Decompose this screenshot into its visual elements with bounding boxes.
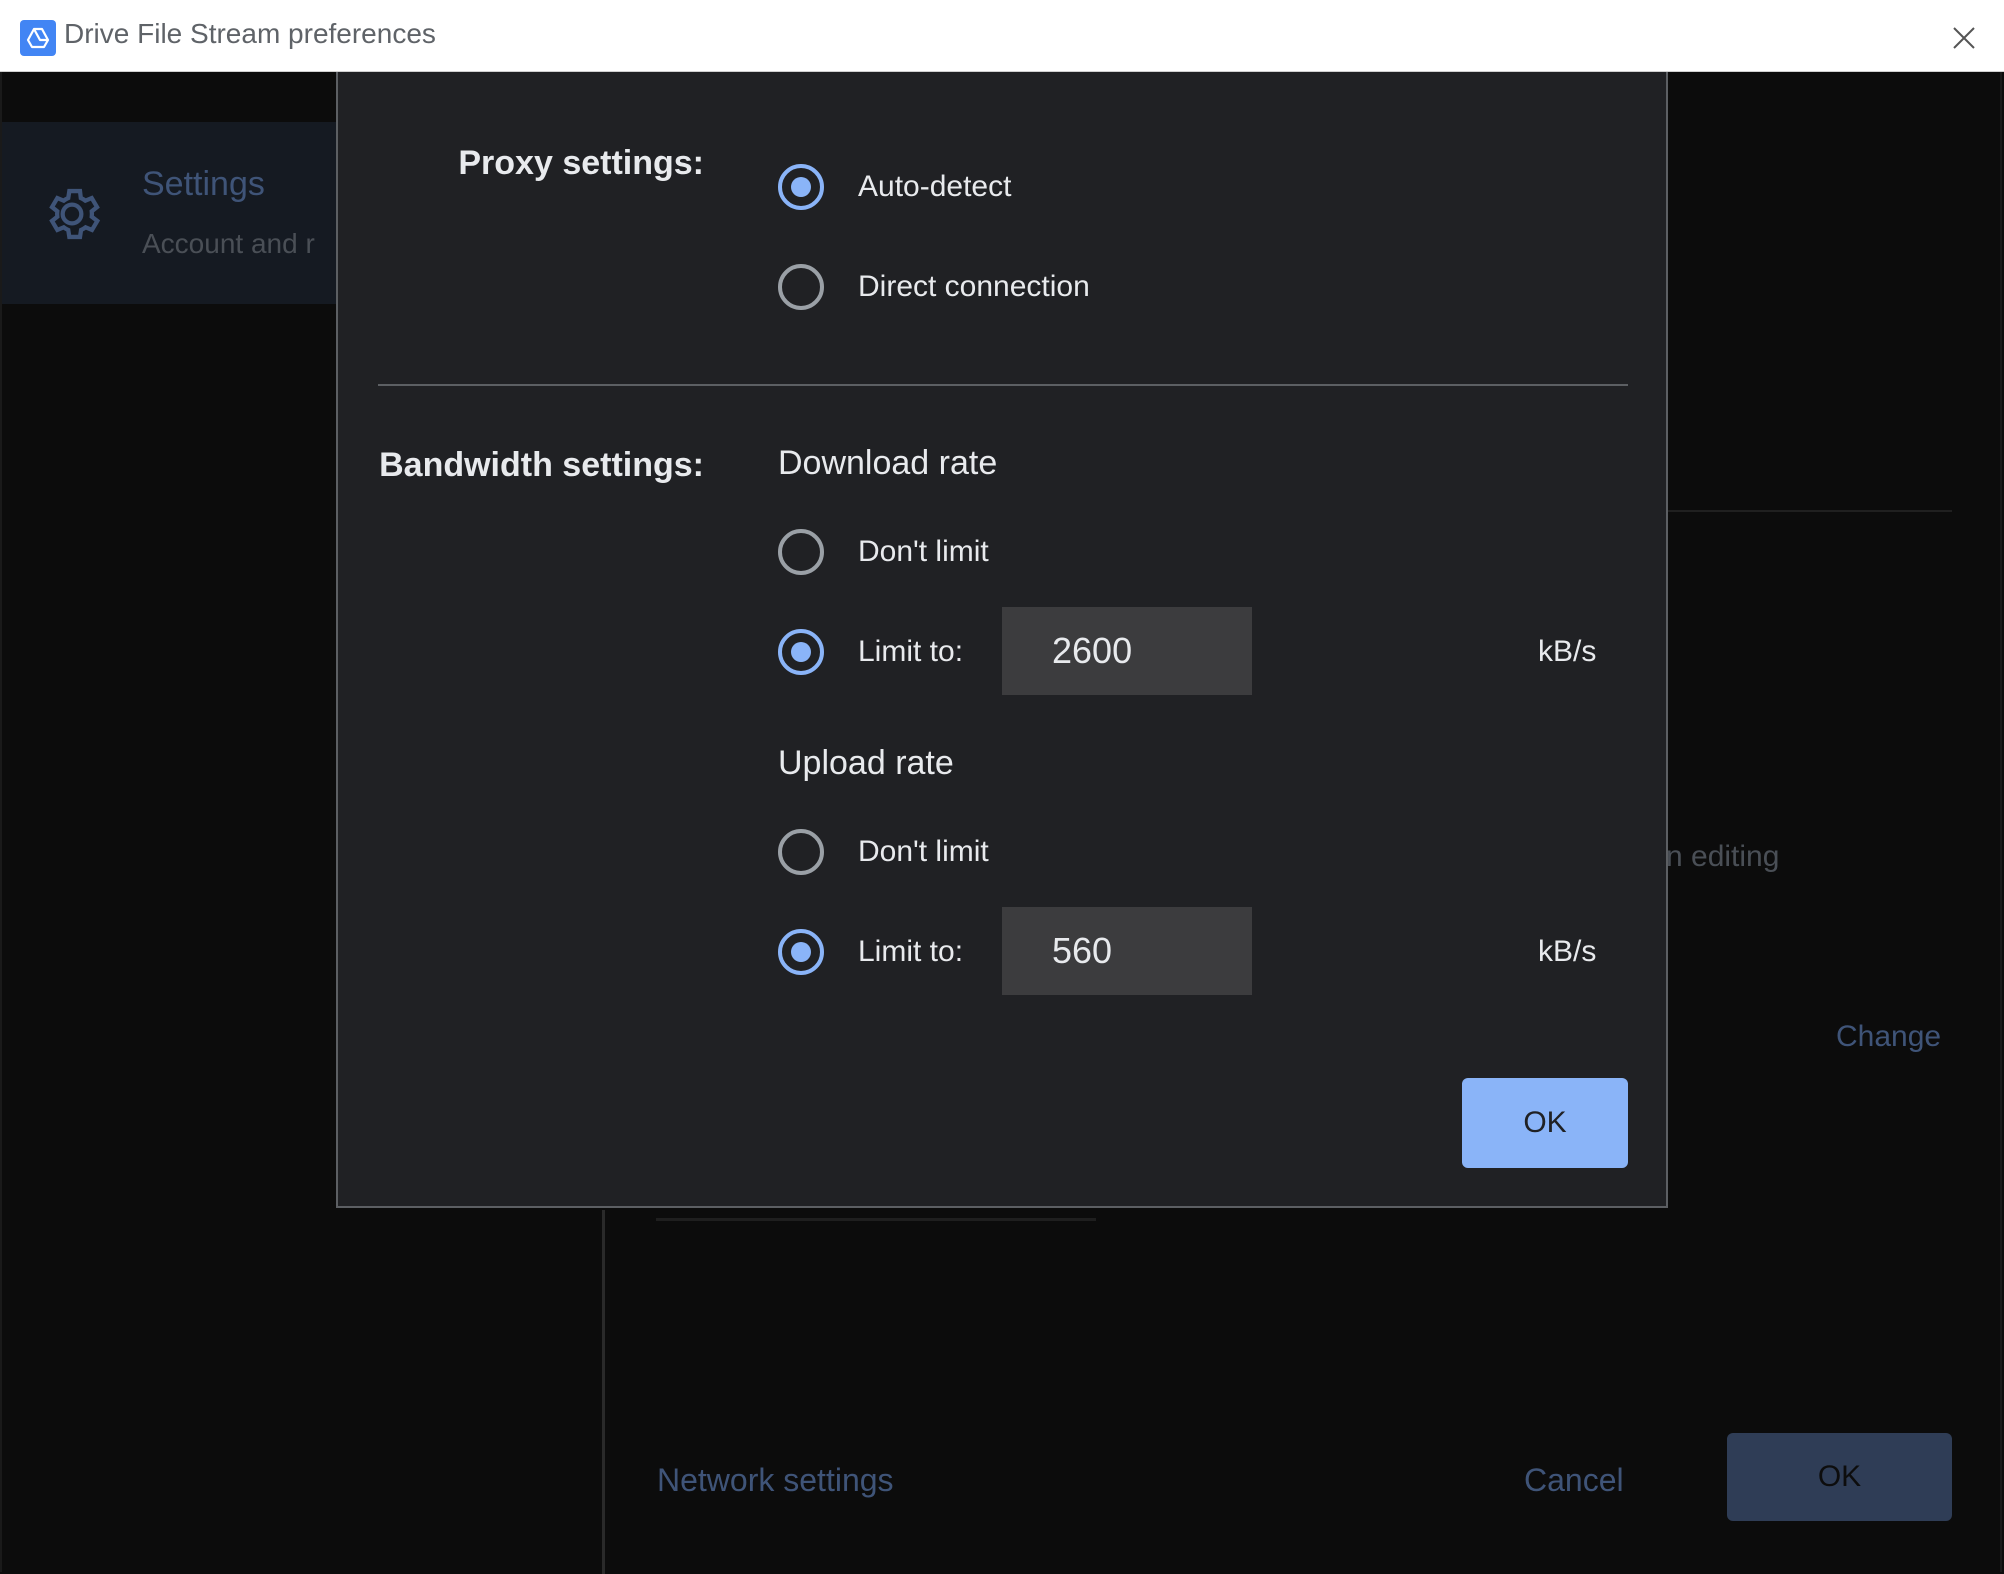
sidebar-item-title: Settings	[142, 165, 265, 203]
option-label: Don't limit	[858, 535, 989, 568]
change-link[interactable]: Change	[1836, 1020, 1941, 1054]
proxy-settings-label: Proxy settings:	[458, 144, 704, 182]
download-limit-option[interactable]: Limit to:	[778, 629, 963, 675]
download-rate-unit: kB/s	[1538, 635, 1597, 668]
background-text: n editing	[1666, 840, 1780, 873]
bandwidth-settings-label: Bandwidth settings:	[379, 446, 704, 484]
upload-rate-heading: Upload rate	[778, 744, 954, 782]
upload-rate-unit: kB/s	[1538, 935, 1597, 968]
option-label: Don't limit	[858, 835, 989, 868]
option-label: Direct connection	[858, 270, 1090, 303]
radio-button[interactable]	[778, 629, 824, 675]
upload-dont-limit-option[interactable]: Don't limit	[778, 829, 989, 875]
download-rate-heading: Download rate	[778, 444, 998, 482]
proxy-direct-connection-option[interactable]: Direct connection	[778, 264, 1090, 310]
divider	[656, 1218, 1096, 1221]
radio-button[interactable]	[778, 529, 824, 575]
cancel-button[interactable]: Cancel	[1524, 1462, 1624, 1499]
window-title: Drive File Stream preferences	[64, 18, 436, 49]
proxy-auto-detect-option[interactable]: Auto-detect	[778, 164, 1011, 210]
download-dont-limit-option[interactable]: Don't limit	[778, 529, 989, 575]
title-bar: Drive File Stream preferences	[0, 0, 2004, 72]
gear-icon	[40, 182, 104, 251]
close-icon[interactable]	[1944, 18, 1984, 58]
option-label: Auto-detect	[858, 170, 1012, 203]
divider	[1660, 510, 1952, 512]
option-label: Limit to:	[858, 635, 964, 668]
network-settings-link[interactable]: Network settings	[657, 1462, 894, 1499]
upload-rate-input[interactable]: 560	[1002, 907, 1252, 995]
main-ok-button[interactable]: OK	[1727, 1433, 1952, 1521]
sidebar-item-subtitle: Account and r	[142, 228, 315, 259]
radio-button[interactable]	[778, 164, 824, 210]
divider	[602, 1210, 605, 1574]
radio-button[interactable]	[778, 829, 824, 875]
google-drive-icon	[20, 20, 56, 56]
download-rate-input[interactable]: 2600	[1002, 607, 1252, 695]
radio-button[interactable]	[778, 929, 824, 975]
option-label: Limit to:	[858, 935, 964, 968]
radio-button[interactable]	[778, 264, 824, 310]
dialog-ok-button[interactable]: OK	[1462, 1078, 1628, 1168]
upload-limit-option[interactable]: Limit to:	[778, 929, 963, 975]
section-divider	[378, 384, 1628, 386]
network-settings-dialog: Proxy settings: Auto-detect Direct conne…	[336, 72, 1668, 1208]
